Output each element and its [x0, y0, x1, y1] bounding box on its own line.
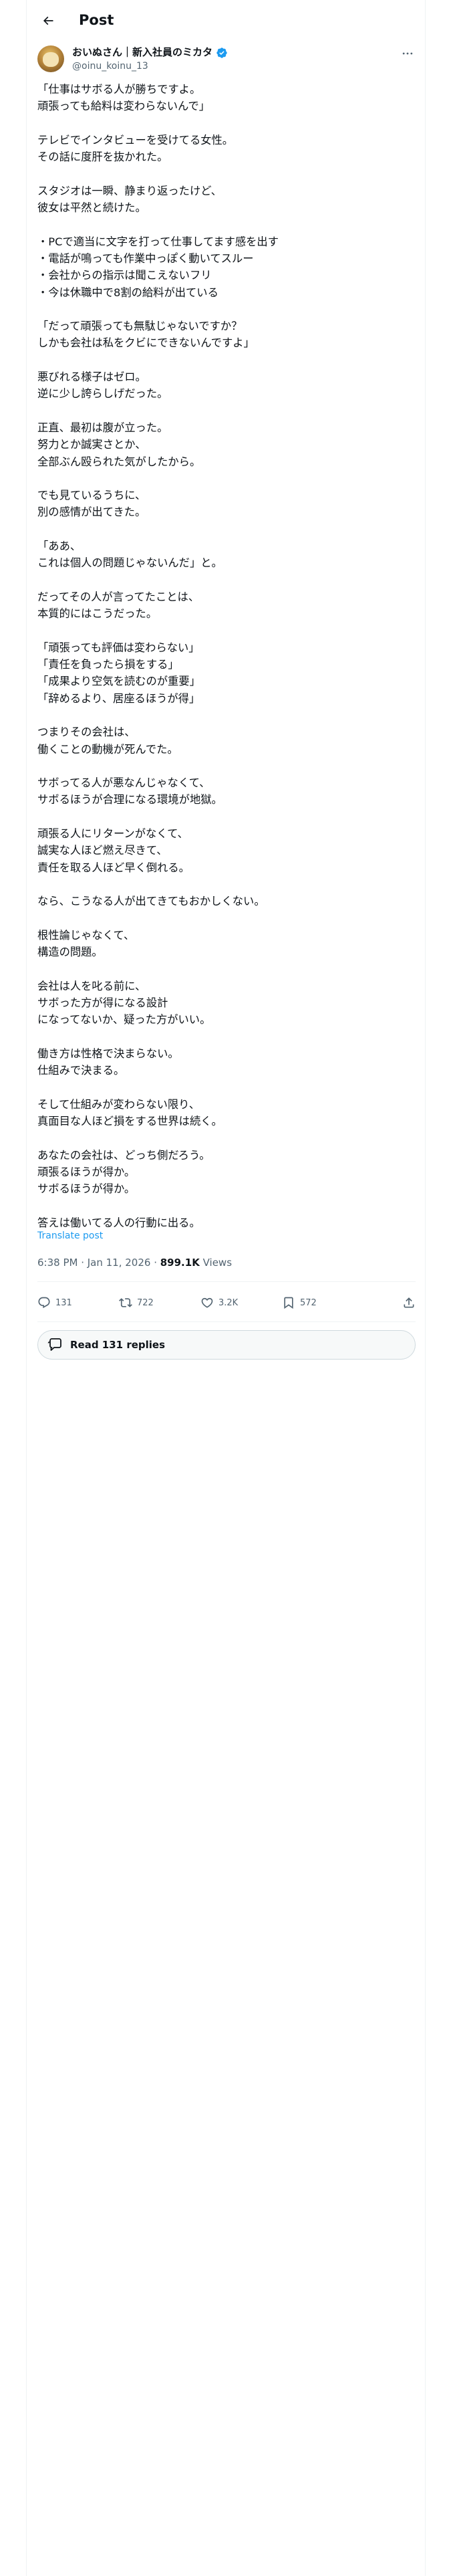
translate-post-link[interactable]: Translate post — [37, 1230, 103, 1242]
bookmark-icon — [284, 1297, 293, 1309]
author-name-row[interactable]: おいぬさん｜新入社員のミカタ — [72, 46, 228, 59]
views-count: 899.1K — [160, 1257, 200, 1269]
action-bar: 131 722 3.2K 572 — [37, 1291, 416, 1314]
reply-icon — [38, 1297, 50, 1309]
like-count: 3.2K — [218, 1297, 239, 1308]
divider — [37, 1281, 416, 1282]
repost-icon — [119, 1298, 132, 1307]
more-icon — [402, 52, 413, 55]
repost-count: 722 — [137, 1297, 154, 1308]
post-timestamp[interactable]: 6:38 PM · Jan 11, 2026 — [37, 1257, 150, 1269]
avatar[interactable] — [37, 45, 64, 72]
post-text: 「仕事はサボる人が勝ちですよ。 頑張っても給料は変わらないんで」 テレビでインタ… — [37, 83, 279, 1229]
reply-button[interactable]: 131 — [37, 1291, 72, 1314]
reply-count: 131 — [55, 1297, 72, 1308]
author-name[interactable]: おいぬさん｜新入社員のミカタ — [72, 46, 212, 59]
page-title: Post — [79, 12, 114, 28]
read-replies-button[interactable]: Read 131 replies — [37, 1330, 416, 1360]
top-bar: Post — [27, 0, 425, 41]
bookmark-button[interactable]: 572 — [282, 1291, 317, 1314]
share-button[interactable] — [402, 1291, 416, 1314]
repost-button[interactable]: 722 — [119, 1291, 154, 1314]
back-button[interactable] — [36, 9, 60, 33]
read-replies-label: Read 131 replies — [70, 1339, 166, 1351]
share-icon — [404, 1297, 414, 1308]
views-label: Views — [199, 1257, 233, 1269]
speech-bubble-icon — [47, 1338, 61, 1351]
meta-separator: · — [150, 1257, 160, 1269]
more-button[interactable] — [400, 47, 416, 60]
back-arrow-icon — [43, 16, 53, 25]
post-column: Post おいぬさん｜新入社員のミカタ @oinu_koinu_13 「仕事はサ… — [26, 0, 426, 2576]
like-icon — [201, 1297, 213, 1308]
bookmark-count: 572 — [300, 1297, 317, 1308]
post-meta: 6:38 PM · Jan 11, 2026 · 899.1K Views — [37, 1256, 232, 1269]
verified-badge-icon — [216, 47, 227, 58]
divider — [37, 1321, 416, 1322]
like-button[interactable]: 3.2K — [200, 1291, 238, 1314]
author-handle[interactable]: @oinu_koinu_13 — [72, 60, 148, 72]
